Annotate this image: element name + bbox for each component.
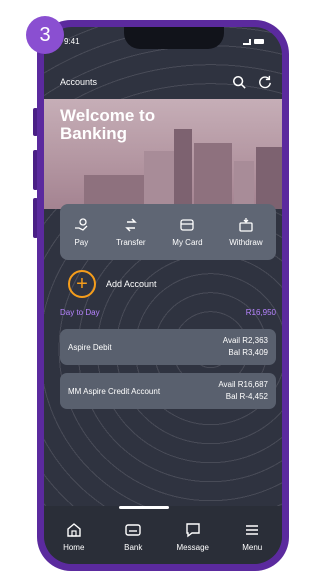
step-badge: 3 — [26, 16, 64, 54]
page-title: Accounts — [60, 77, 98, 87]
top-bar: Accounts — [60, 75, 272, 89]
pay-label: Pay — [74, 238, 89, 247]
add-account-label: Add Account — [106, 279, 157, 289]
active-tab-indicator — [119, 506, 169, 509]
bottom-nav: Home Bank Message Menu — [44, 506, 282, 564]
status-bar: 9:41 — [64, 37, 264, 46]
day-to-day-section-header: Day to Day R16,950 — [60, 308, 276, 317]
nav-home-label: Home — [63, 543, 85, 552]
top-bar-actions — [232, 75, 272, 89]
section-title: Day to Day — [60, 308, 100, 317]
battery-icon — [254, 39, 264, 44]
bank-card-icon — [125, 524, 141, 536]
search-icon[interactable] — [232, 75, 246, 89]
account-row-credit[interactable]: MM Aspire Credit Account Avail R16,687 B… — [60, 373, 276, 409]
status-icons — [243, 37, 264, 46]
nav-bank-label: Bank — [124, 543, 143, 552]
available-balance: Avail R16,687 — [218, 380, 268, 389]
current-balance: Bal R-4,452 — [225, 392, 268, 401]
stage: 3 9:41 Accounts Welcome to Banking Pay T… — [0, 0, 289, 571]
add-account-button[interactable]: + Add Account — [68, 270, 157, 298]
account-name: MM Aspire Credit Account — [68, 386, 161, 396]
quick-actions: Pay Transfer My Card Withdraw — [60, 204, 276, 260]
signal-icon — [243, 38, 251, 45]
account-name: Aspire Debit — [68, 342, 112, 352]
city-building — [234, 161, 254, 209]
welcome-banner: Welcome to Banking — [44, 99, 282, 209]
city-building — [194, 143, 232, 209]
nav-home[interactable]: Home — [46, 522, 101, 552]
available-balance: Avail R2,363 — [222, 336, 268, 345]
transfer-label: Transfer — [116, 238, 146, 247]
nav-bank[interactable]: Bank — [106, 522, 161, 552]
nav-menu[interactable]: Menu — [225, 522, 280, 552]
home-icon — [67, 523, 81, 537]
status-time: 9:41 — [64, 37, 80, 46]
menu-icon — [246, 525, 259, 535]
section-total: R16,950 — [245, 308, 276, 317]
account-balances: Avail R2,363 Bal R3,409 — [223, 335, 268, 359]
card-icon — [180, 219, 195, 231]
account-row-aspire-debit[interactable]: Aspire Debit Avail R2,363 Bal R3,409 — [60, 329, 276, 365]
nav-message-label: Message — [176, 543, 209, 552]
city-building — [144, 151, 174, 209]
phone-frame: 9:41 Accounts Welcome to Banking Pay Tra… — [37, 20, 289, 571]
nav-menu-label: Menu — [242, 543, 263, 552]
withdraw-icon — [239, 218, 253, 232]
pay-button[interactable]: Pay — [73, 217, 89, 247]
my-card-label: My Card — [172, 238, 203, 247]
account-balances: Avail R16,687 Bal R-4,452 — [218, 379, 268, 403]
transfer-icon — [125, 218, 137, 232]
transfer-button[interactable]: Transfer — [116, 217, 146, 247]
welcome-title: Welcome to Banking — [60, 106, 156, 143]
withdraw-button[interactable]: Withdraw — [229, 217, 263, 247]
city-building — [256, 147, 282, 209]
plus-icon: + — [68, 270, 96, 298]
refresh-icon[interactable] — [258, 75, 272, 89]
pay-icon — [75, 218, 88, 231]
withdraw-label: Withdraw — [229, 238, 263, 247]
my-card-button[interactable]: My Card — [172, 217, 203, 247]
phone-screen: 9:41 Accounts Welcome to Banking Pay Tra… — [44, 27, 282, 564]
message-icon — [186, 523, 200, 538]
nav-message[interactable]: Message — [165, 522, 220, 552]
current-balance: Bal R3,409 — [228, 348, 268, 357]
